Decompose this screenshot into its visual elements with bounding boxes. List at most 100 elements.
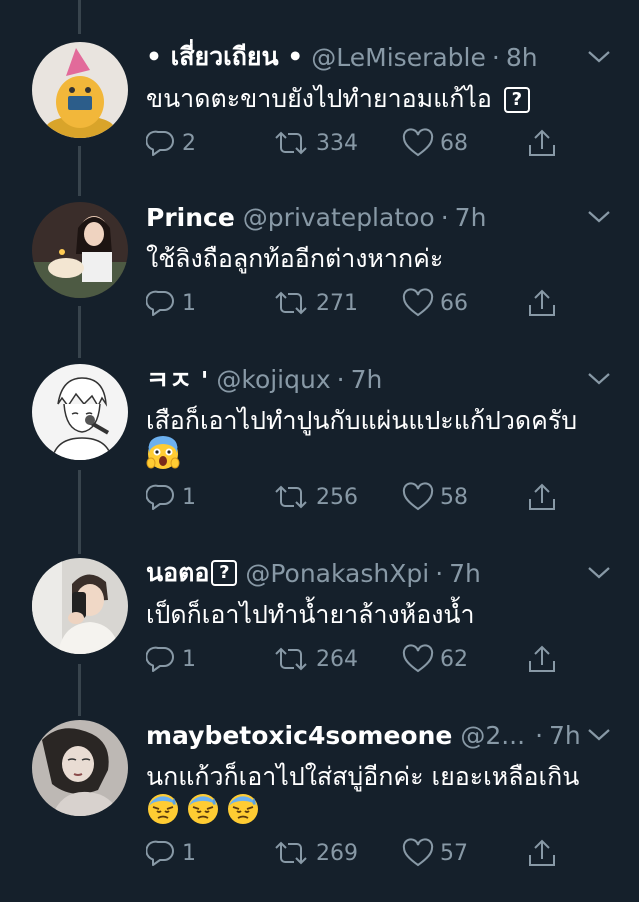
avatar[interactable] — [32, 42, 128, 138]
reply-button[interactable]: 1 — [146, 480, 196, 514]
emoji-row — [146, 436, 180, 470]
heart-icon — [402, 288, 434, 317]
emoji-row — [146, 792, 260, 826]
username[interactable]: @LeMiserable — [311, 43, 486, 72]
chevron-down-icon[interactable] — [586, 564, 612, 582]
reply-icon — [146, 130, 174, 156]
reply-icon — [146, 646, 174, 672]
downcast-sweat-face-emoji-icon — [148, 794, 178, 824]
reply-button[interactable]: 1 — [146, 836, 196, 870]
missing-glyph-box: ? — [211, 560, 238, 586]
like-count: 58 — [440, 484, 468, 510]
like-button[interactable]: 57 — [402, 836, 468, 870]
avatar[interactable] — [32, 364, 128, 460]
display-name[interactable]: maybetoxic4someone — [146, 721, 452, 750]
retweet-button[interactable]: 269 — [272, 836, 358, 870]
timestamp[interactable]: 7h — [449, 559, 481, 588]
action-bar: 1 264 62 — [146, 642, 576, 676]
reply-button[interactable]: 2 — [146, 126, 196, 160]
display-name[interactable]: • เสี่ยวเถียน • — [146, 37, 303, 77]
heart-icon — [402, 644, 434, 673]
separator-dot: · — [491, 42, 500, 72]
tweet[interactable]: • เสี่ยวเถียน • @LeMiserable · 8h ขนาดตะ… — [0, 42, 639, 172]
avatar[interactable] — [32, 202, 128, 298]
username[interactable]: @PonakashXpi — [245, 559, 429, 588]
display-name[interactable]: นอตอ — [146, 553, 209, 593]
retweet-count: 256 — [316, 484, 358, 510]
reply-button[interactable]: 1 — [146, 642, 196, 676]
like-button[interactable]: 68 — [402, 126, 468, 160]
tweet-text: เป็ดก็เอาไปทำน้ำยาล้างห้องน้ำ — [146, 600, 475, 629]
like-count: 57 — [440, 840, 468, 866]
chevron-down-icon[interactable] — [586, 208, 612, 226]
retweet-button[interactable]: 334 — [272, 126, 358, 160]
screaming-face-emoji-icon — [146, 436, 180, 469]
retweet-count: 264 — [316, 646, 358, 672]
tweet[interactable]: ㅋㅈ ' @kojiqux · 7h เสือก็เอาไปทำปูนกับแผ… — [0, 364, 639, 524]
downcast-sweat-face-emoji-icon — [188, 794, 218, 824]
share-button[interactable] — [526, 286, 564, 320]
avatar[interactable] — [32, 720, 128, 816]
share-button[interactable] — [526, 836, 564, 870]
like-count: 62 — [440, 646, 468, 672]
tweet-text: ใช้ลิงถือลูกท้ออีกต่างหากค่ะ — [146, 244, 444, 273]
action-bar: 1 269 57 — [146, 836, 576, 870]
chevron-down-icon[interactable] — [586, 48, 612, 66]
timestamp[interactable]: 7h — [351, 365, 383, 394]
timestamp[interactable]: 7h — [455, 203, 487, 232]
separator-dot: · — [435, 558, 444, 588]
share-icon — [529, 483, 555, 510]
like-button[interactable]: 58 — [402, 480, 468, 514]
heart-icon — [402, 482, 434, 511]
share-icon — [529, 645, 555, 672]
reply-count: 2 — [182, 130, 196, 156]
retweet-button[interactable]: 271 — [272, 286, 358, 320]
share-icon — [529, 289, 555, 316]
retweet-icon — [275, 291, 307, 315]
separator-dot: · — [336, 364, 345, 394]
missing-glyph-box: ? — [503, 87, 530, 113]
tweet-text: นกแก้วก็เอาไปใส่สบู่อีกค่ะ เยอะเหลือเกิน — [146, 762, 580, 791]
action-bar: 2 334 68 — [146, 126, 576, 160]
downcast-sweat-face-emoji-icon — [228, 794, 258, 824]
thread-line — [78, 0, 81, 34]
username[interactable]: @2... — [460, 721, 525, 750]
reply-icon — [146, 484, 174, 510]
action-bar: 1 256 58 — [146, 480, 576, 514]
avatar[interactable] — [32, 558, 128, 654]
retweet-count: 271 — [316, 290, 358, 316]
username[interactable]: @privateplatoo — [243, 203, 435, 232]
reply-count: 1 — [182, 484, 196, 510]
tweet[interactable]: Prince @privateplatoo · 7h ใช้ลิงถือลูกท… — [0, 202, 639, 332]
tweet[interactable]: maybetoxic4someone @2... · 7h นกแก้วก็เอ… — [0, 720, 639, 890]
chevron-down-icon[interactable] — [586, 370, 612, 388]
display-name[interactable]: Prince — [146, 203, 235, 232]
retweet-button[interactable]: 264 — [272, 642, 358, 676]
reply-icon — [146, 290, 174, 316]
retweet-button[interactable]: 256 — [272, 480, 358, 514]
action-bar: 1 271 66 — [146, 286, 576, 320]
share-button[interactable] — [526, 480, 564, 514]
timestamp[interactable]: 7h — [549, 721, 581, 750]
reply-count: 1 — [182, 646, 196, 672]
retweet-icon — [275, 841, 307, 865]
share-button[interactable] — [526, 642, 564, 676]
share-button[interactable] — [526, 126, 564, 160]
like-count: 66 — [440, 290, 468, 316]
chevron-down-icon[interactable] — [586, 726, 612, 744]
username[interactable]: @kojiqux — [216, 365, 330, 394]
retweet-count: 269 — [316, 840, 358, 866]
reply-button[interactable]: 1 — [146, 286, 196, 320]
reply-count: 1 — [182, 290, 196, 316]
retweet-count: 334 — [316, 130, 358, 156]
tweet[interactable]: นอตอ ? @PonakashXpi · 7h เป็ดก็เอาไปทำน้… — [0, 558, 639, 688]
like-button[interactable]: 66 — [402, 286, 468, 320]
display-name[interactable]: ㅋㅈ ' — [146, 361, 208, 397]
share-icon — [529, 839, 555, 866]
share-icon — [529, 129, 555, 156]
tweet-text: ขนาดตะขาบยังไปทำยาอมแก้ไอ ? — [146, 80, 616, 118]
timestamp[interactable]: 8h — [506, 43, 538, 72]
separator-dot: · — [535, 720, 544, 750]
separator-dot: · — [440, 202, 449, 232]
like-button[interactable]: 62 — [402, 642, 468, 676]
